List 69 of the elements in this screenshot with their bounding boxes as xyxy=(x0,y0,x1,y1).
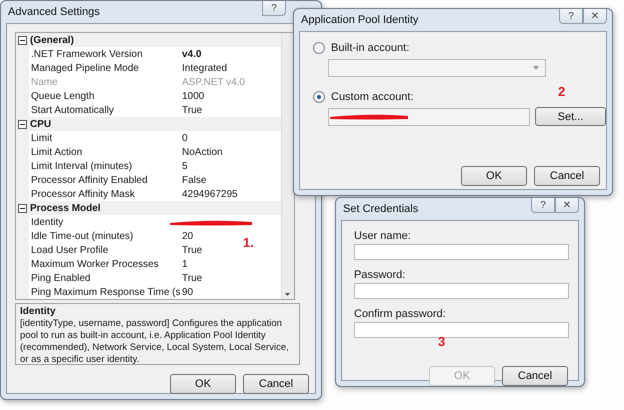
property-name: Maximum Worker Processes xyxy=(30,258,160,270)
property-value: True xyxy=(182,272,202,284)
property-value: 4294967295 xyxy=(182,188,238,200)
window-title: Advanced Settings xyxy=(7,6,100,18)
description-text: [identityType, username, password] Configures the application pool to run as built-in account, i.e. Application Pool Identity (recommended), Network Service, Local System, Local Service, or as a specific user identity. xyxy=(20,318,290,366)
annotation-number: 1. xyxy=(243,235,254,250)
annotation-number: 3 xyxy=(438,334,446,349)
property-name: Load User Profile xyxy=(30,244,110,256)
ok-button[interactable]: OK xyxy=(170,374,236,394)
dropdown-arrow-icon xyxy=(533,66,539,70)
property-name: .NET Framework Version xyxy=(30,48,144,60)
account-field[interactable] xyxy=(328,108,530,126)
property-value: 5 xyxy=(182,160,188,172)
radio-label: Custom account: xyxy=(331,91,414,103)
help-button[interactable]: ? xyxy=(559,9,583,24)
field-label: Password: xyxy=(354,269,406,281)
property-value: v4.0 xyxy=(182,48,202,60)
property-name: Queue Length xyxy=(30,90,96,102)
category-label: Process Model xyxy=(30,202,101,214)
property-name: Processor Affinity Mask xyxy=(30,188,136,200)
field-label: Confirm password: xyxy=(354,308,447,320)
property-value: Integrated xyxy=(182,62,228,74)
ok-button[interactable]: OK xyxy=(461,166,527,186)
radio-label: Built-in account: xyxy=(331,42,410,54)
annotation-number: 2 xyxy=(558,84,566,99)
close-button[interactable]: ✕ xyxy=(555,198,579,213)
field-label: User name: xyxy=(354,230,412,242)
description-title: Identity xyxy=(20,306,57,317)
window-title: Set Credentials xyxy=(342,203,418,215)
input-field[interactable] xyxy=(354,283,569,299)
property-value: False xyxy=(182,174,206,186)
collapse-icon[interactable] xyxy=(18,204,27,212)
set-button[interactable]: Set... xyxy=(535,107,606,126)
input-field[interactable] xyxy=(354,244,569,260)
property-name: Processor Affinity Enabled xyxy=(30,174,149,186)
property-value: 0 xyxy=(182,132,188,144)
cancel-button[interactable]: Cancel xyxy=(502,366,568,386)
property-name: Managed Pipeline Mode xyxy=(30,62,140,74)
window-title: Application Pool Identity xyxy=(300,14,418,26)
property-value: ASP.NET v4.0 xyxy=(182,76,245,88)
property-name: Limit Action xyxy=(30,146,84,158)
collapse-icon[interactable] xyxy=(18,36,27,44)
property-value: 90 xyxy=(182,286,194,298)
property-name: Limit Interval (minutes) xyxy=(30,160,134,172)
close-button[interactable]: ✕ xyxy=(583,9,607,24)
property-name: Limit xyxy=(30,132,54,144)
category-label: (General) xyxy=(30,34,74,46)
property-name: Name xyxy=(30,76,59,88)
radio-button[interactable] xyxy=(313,91,325,103)
scrollbar[interactable] xyxy=(281,33,294,299)
property-value: 1000 xyxy=(182,90,204,102)
property-value: 1 xyxy=(182,258,188,270)
property-name: Ping Maximum Response Time (s xyxy=(30,286,179,298)
cancel-button[interactable]: Cancel xyxy=(243,374,309,394)
property-value: True xyxy=(182,244,202,256)
property-value: NoAction xyxy=(182,146,223,158)
property-value: True xyxy=(182,104,202,116)
property-name: Ping Enabled xyxy=(30,272,92,284)
input-field[interactable] xyxy=(354,322,569,338)
property-name: Identity xyxy=(30,216,64,228)
property-name: Start Automatically xyxy=(30,104,115,116)
help-button[interactable]: ? xyxy=(262,1,286,16)
category-label: CPU xyxy=(30,118,52,130)
property-value: 20 xyxy=(182,230,194,242)
radio-button[interactable] xyxy=(313,42,325,54)
collapse-icon[interactable] xyxy=(18,120,27,128)
help-button[interactable]: ? xyxy=(531,198,555,213)
cancel-button[interactable]: Cancel xyxy=(534,166,600,186)
property-name: Idle Time-out (minutes) xyxy=(30,230,134,242)
